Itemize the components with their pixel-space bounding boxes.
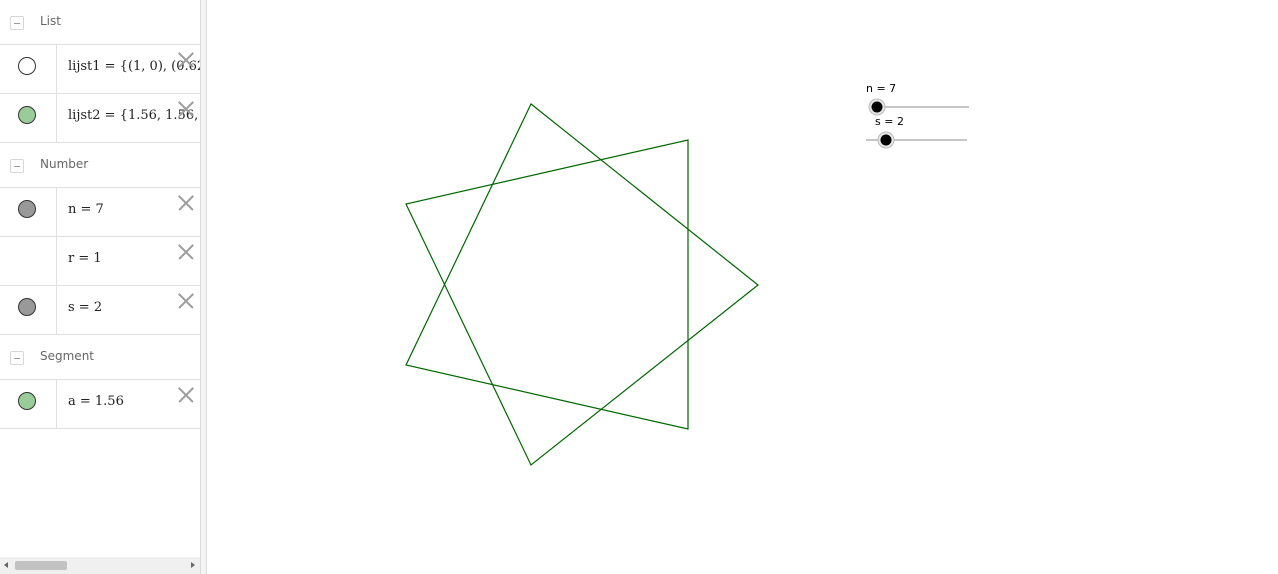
slider-n-knob-center[interactable] <box>871 101 883 113</box>
marble-cell <box>0 45 57 93</box>
collapse-toggle-icon[interactable] <box>10 351 24 365</box>
delete-icon[interactable] <box>176 386 194 404</box>
algebra-item-n[interactable]: n = 7 <box>0 188 200 237</box>
graphics-view[interactable]: n = 7 s = 2 <box>207 0 1278 574</box>
graphics-canvas[interactable] <box>207 0 1278 574</box>
group-header-segment[interactable]: Segment <box>0 335 200 380</box>
algebra-item-text[interactable]: n = 7 <box>68 202 104 217</box>
delete-icon[interactable] <box>176 243 194 261</box>
panel-splitter[interactable] <box>200 0 207 574</box>
visibility-marble-icon[interactable] <box>18 298 36 316</box>
slider-n-label: n = 7 <box>866 82 897 95</box>
delete-icon[interactable] <box>176 51 194 69</box>
marble-cell <box>0 94 57 142</box>
algebra-item-text[interactable]: s = 2 <box>68 300 102 315</box>
scrollbar-thumb[interactable] <box>15 561 67 570</box>
delete-icon[interactable] <box>176 100 194 118</box>
group-header-list[interactable]: List <box>0 0 200 45</box>
group-label: Number <box>40 157 89 171</box>
slider-s-knob-center[interactable] <box>880 134 892 146</box>
marble-cell <box>0 380 57 428</box>
visibility-marble-icon[interactable] <box>18 57 36 75</box>
collapse-toggle-icon[interactable] <box>10 159 24 173</box>
algebra-item-lijst2[interactable]: lijst2 = {1.56, 1.56, 1.5 <box>0 94 200 143</box>
slider-s-label: s = 2 <box>875 115 904 128</box>
collapse-toggle-icon[interactable] <box>10 16 24 30</box>
marble-cell <box>0 237 57 285</box>
star-polygon[interactable] <box>405 103 759 466</box>
marble-cell <box>0 286 57 334</box>
visibility-marble-icon[interactable] <box>18 392 36 410</box>
scroll-left-icon[interactable] <box>4 562 8 568</box>
delete-icon[interactable] <box>176 292 194 310</box>
visibility-marble-icon[interactable] <box>18 106 36 124</box>
scroll-right-icon[interactable] <box>191 562 195 568</box>
delete-icon[interactable] <box>176 194 194 212</box>
visibility-marble-icon[interactable] <box>18 200 36 218</box>
algebra-item-text[interactable]: a = 1.56 <box>68 394 124 409</box>
group-label: Segment <box>40 349 94 363</box>
algebra-item-a[interactable]: a = 1.56 <box>0 380 200 429</box>
group-label: List <box>40 14 61 28</box>
group-header-number[interactable]: Number <box>0 143 200 188</box>
algebra-item-text[interactable]: r = 1 <box>68 251 102 266</box>
algebra-view: List lijst1 = {(1, 0), (0.62, lijst2 = {… <box>0 0 200 574</box>
marble-cell <box>0 188 57 236</box>
algebra-item-r[interactable]: r = 1 <box>0 237 200 286</box>
horizontal-scrollbar[interactable] <box>0 557 200 574</box>
algebra-item-s[interactable]: s = 2 <box>0 286 200 335</box>
algebra-item-lijst1[interactable]: lijst1 = {(1, 0), (0.62, <box>0 45 200 94</box>
